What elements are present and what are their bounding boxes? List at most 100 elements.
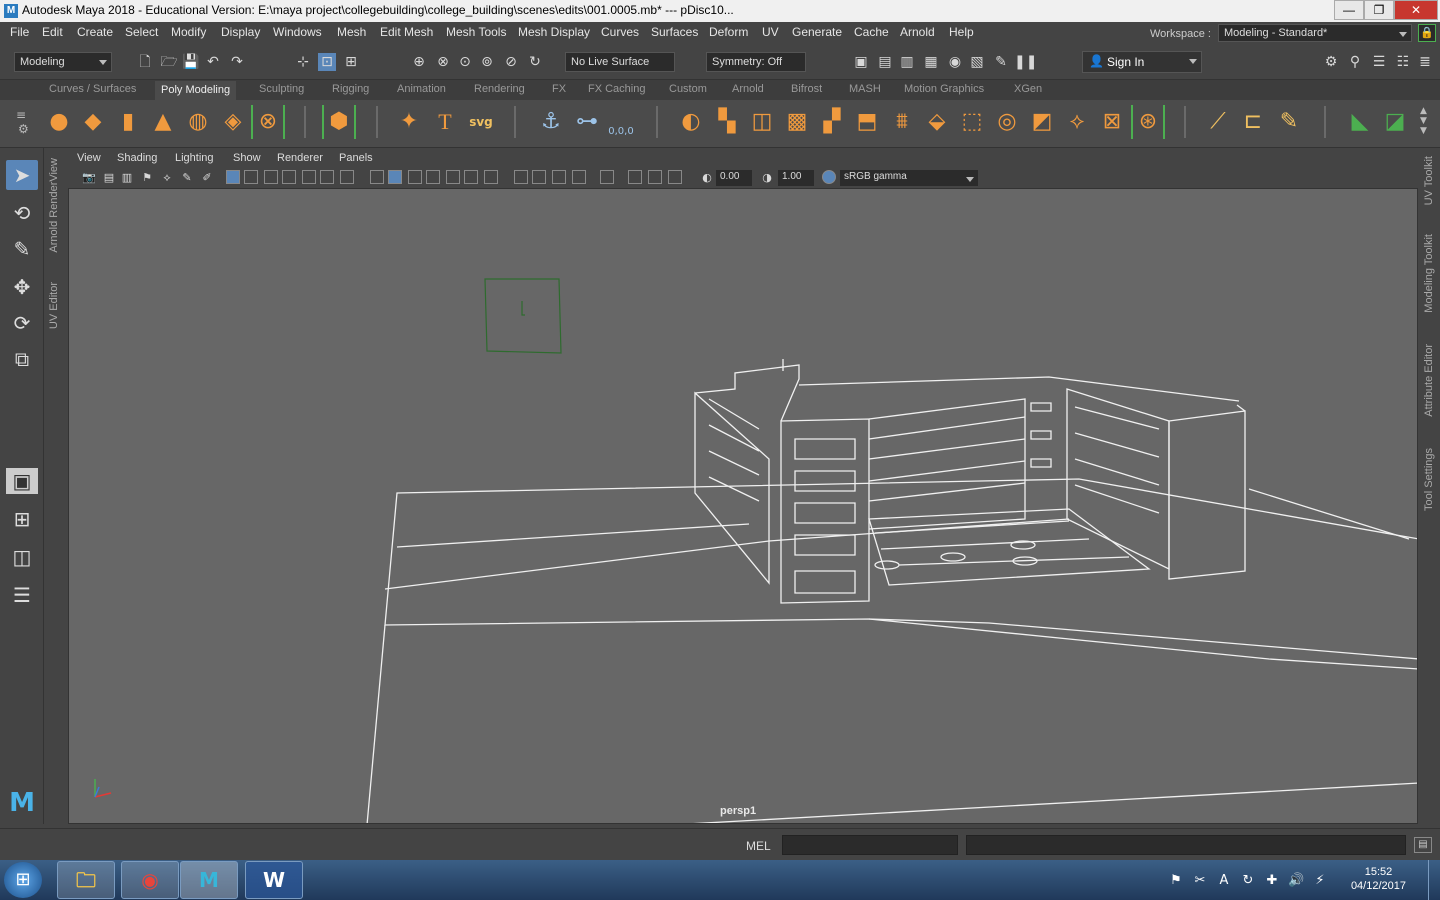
- camera-icon[interactable]: 📷: [80, 169, 98, 187]
- shelf-tab-curves-surfaces[interactable]: Curves / Surfaces: [49, 83, 136, 95]
- move-tool-icon[interactable]: ✥: [6, 272, 38, 302]
- snap-view-icon[interactable]: ⊚: [478, 53, 496, 71]
- new-scene-icon[interactable]: 🗋: [136, 53, 154, 71]
- ambient-occlusion-icon[interactable]: [514, 170, 528, 184]
- menu-generate[interactable]: Generate: [792, 25, 842, 39]
- wireframe-icon[interactable]: [370, 170, 384, 184]
- lasso-tool-icon[interactable]: ⟲: [6, 198, 38, 228]
- mode-dropdown[interactable]: Modeling: [14, 52, 112, 72]
- fill-hole-icon[interactable]: ◎: [992, 107, 1022, 137]
- arnold-ipr-icon[interactable]: ✎: [992, 53, 1010, 71]
- select-tool-icon[interactable]: ➤: [6, 160, 38, 190]
- shelf-tab-fx-caching[interactable]: FX Caching: [588, 83, 645, 95]
- panel-menu-lighting[interactable]: Lighting: [175, 152, 214, 164]
- four-pane-layout-icon[interactable]: ⊞: [6, 504, 38, 534]
- network-icon[interactable]: ⚑: [1168, 873, 1184, 889]
- measure-tool-icon[interactable]: ⊶: [572, 107, 602, 137]
- show-desktop-button[interactable]: [1428, 860, 1440, 900]
- outliner-layout-icon[interactable]: ☰: [6, 580, 38, 610]
- attribute-editor-tab[interactable]: Attribute Editor: [1423, 344, 1435, 417]
- shelf-scroll-icon[interactable]: ▲ ▼ ▼: [1420, 106, 1427, 136]
- panel-menu-view[interactable]: View: [77, 152, 101, 164]
- undo-icon[interactable]: ↶: [204, 53, 222, 71]
- maximize-button[interactable]: ❐: [1364, 0, 1394, 20]
- reduce-icon[interactable]: ▞: [817, 107, 847, 137]
- menu-file[interactable]: File: [10, 25, 29, 39]
- snap-surface-icon[interactable]: ⊘: [502, 53, 520, 71]
- type-tool-icon[interactable]: T: [430, 107, 460, 137]
- use-all-lights-icon[interactable]: [464, 170, 478, 184]
- circularize-icon[interactable]: ⊛: [1133, 107, 1163, 137]
- close-button[interactable]: ✕: [1394, 0, 1438, 20]
- shelf-tab-custom[interactable]: Custom: [669, 83, 707, 95]
- separate-icon[interactable]: ▚: [712, 107, 742, 137]
- system-clock[interactable]: 15:52 04/12/2017: [1351, 865, 1406, 893]
- shelf-tab-poly-modeling[interactable]: Poly Modeling: [155, 81, 237, 100]
- brush-icon[interactable]: ✐: [198, 169, 216, 187]
- image-plane-icon[interactable]: ⚑: [138, 169, 156, 187]
- pause-icon[interactable]: ❚❚: [1014, 53, 1037, 71]
- shelf-tab-bifrost[interactable]: Bifrost: [791, 83, 822, 95]
- shelf-tab-motion-graphics[interactable]: Motion Graphics: [904, 83, 984, 95]
- sync-tray-icon[interactable]: ↻: [1240, 873, 1256, 889]
- attribute-editor-icon[interactable]: ☰: [1370, 53, 1388, 71]
- 2d-pan-zoom-icon[interactable]: ⟡: [158, 169, 176, 187]
- anti-aliasing-icon[interactable]: [552, 170, 566, 184]
- shelf-tab-xgen[interactable]: XGen: [1014, 83, 1042, 95]
- super-shape-icon[interactable]: ✦: [394, 107, 424, 137]
- poly-plane-icon[interactable]: ◈: [218, 107, 248, 137]
- svg-tool-icon[interactable]: svg: [466, 107, 496, 137]
- arnold-renderview-tab[interactable]: Arnold RenderView: [48, 158, 60, 253]
- chrome-taskbar-button[interactable]: ◉: [121, 861, 179, 899]
- panel-menu-renderer[interactable]: Renderer: [277, 152, 323, 164]
- uv-editor-tab[interactable]: UV Editor: [48, 282, 60, 329]
- poly-cylinder-icon[interactable]: ▮: [113, 107, 143, 137]
- mirror-icon[interactable]: ◫: [747, 107, 777, 137]
- uv-toolkit-tab[interactable]: UV Toolkit: [1423, 156, 1435, 205]
- security-tray-icon[interactable]: ✚: [1264, 873, 1280, 889]
- menu-select[interactable]: Select: [125, 25, 158, 39]
- shelf-tab-rendering[interactable]: Rendering: [474, 83, 525, 95]
- safe-title-icon[interactable]: [340, 170, 354, 184]
- panel-menu-shading[interactable]: Shading: [117, 152, 157, 164]
- color-management-icon[interactable]: [822, 170, 836, 184]
- resolution-gate-icon[interactable]: [264, 170, 278, 184]
- map-uv-icon[interactable]: ◣: [1345, 107, 1375, 137]
- scale-tool-icon[interactable]: ⧉: [6, 344, 38, 374]
- snap-grid-icon[interactable]: ⊕: [410, 53, 428, 71]
- menu-cache[interactable]: Cache: [854, 25, 889, 39]
- modeling-toolkit-tab[interactable]: Modeling Toolkit: [1423, 234, 1435, 313]
- menu-curves[interactable]: Curves: [601, 25, 639, 39]
- film-gate-icon[interactable]: [244, 170, 258, 184]
- menu-display[interactable]: Display: [221, 25, 260, 39]
- menu-arnold[interactable]: Arnold: [900, 25, 935, 39]
- file-explorer-taskbar-button[interactable]: 🗀: [57, 861, 115, 899]
- mel-label[interactable]: MEL: [746, 839, 771, 853]
- scene-wireframe[interactable]: [69, 189, 1418, 824]
- xray-joints-icon[interactable]: [648, 170, 662, 184]
- poke-icon[interactable]: ⟡: [1062, 107, 1092, 137]
- snap-point-icon[interactable]: ⊙: [456, 53, 474, 71]
- menu-uv[interactable]: UV: [762, 25, 779, 39]
- tools-tray-icon[interactable]: ✂: [1192, 873, 1208, 889]
- maya-taskbar-button[interactable]: M: [180, 861, 238, 899]
- word-taskbar-button[interactable]: W: [245, 861, 303, 899]
- motion-blur-icon[interactable]: [532, 170, 546, 184]
- workspace-dropdown[interactable]: Modeling - Standard*: [1218, 24, 1412, 42]
- field-chart-icon[interactable]: [302, 170, 316, 184]
- panel-menu-panels[interactable]: Panels: [339, 152, 373, 164]
- shelf-tab-fx[interactable]: FX: [552, 83, 566, 95]
- wedge-icon[interactable]: ⊠: [1097, 107, 1127, 137]
- xray-components-icon[interactable]: [668, 170, 682, 184]
- smooth-icon[interactable]: ▩: [782, 107, 812, 137]
- open-scene-icon[interactable]: 🗁: [160, 53, 178, 71]
- select-component-icon[interactable]: ⊞: [342, 53, 360, 71]
- menu-edit[interactable]: Edit: [42, 25, 63, 39]
- rotate-tool-icon[interactable]: ⟳: [6, 308, 38, 338]
- menu-mesh-tools[interactable]: Mesh Tools: [446, 25, 506, 39]
- depth-of-field-icon[interactable]: [572, 170, 586, 184]
- target-weld-icon[interactable]: ⚓: [536, 107, 566, 137]
- gamma-field[interactable]: 1.00: [778, 170, 814, 186]
- insert-edge-loop-icon[interactable]: ⊏: [1238, 107, 1268, 137]
- power-icon[interactable]: ⚡: [1312, 873, 1328, 889]
